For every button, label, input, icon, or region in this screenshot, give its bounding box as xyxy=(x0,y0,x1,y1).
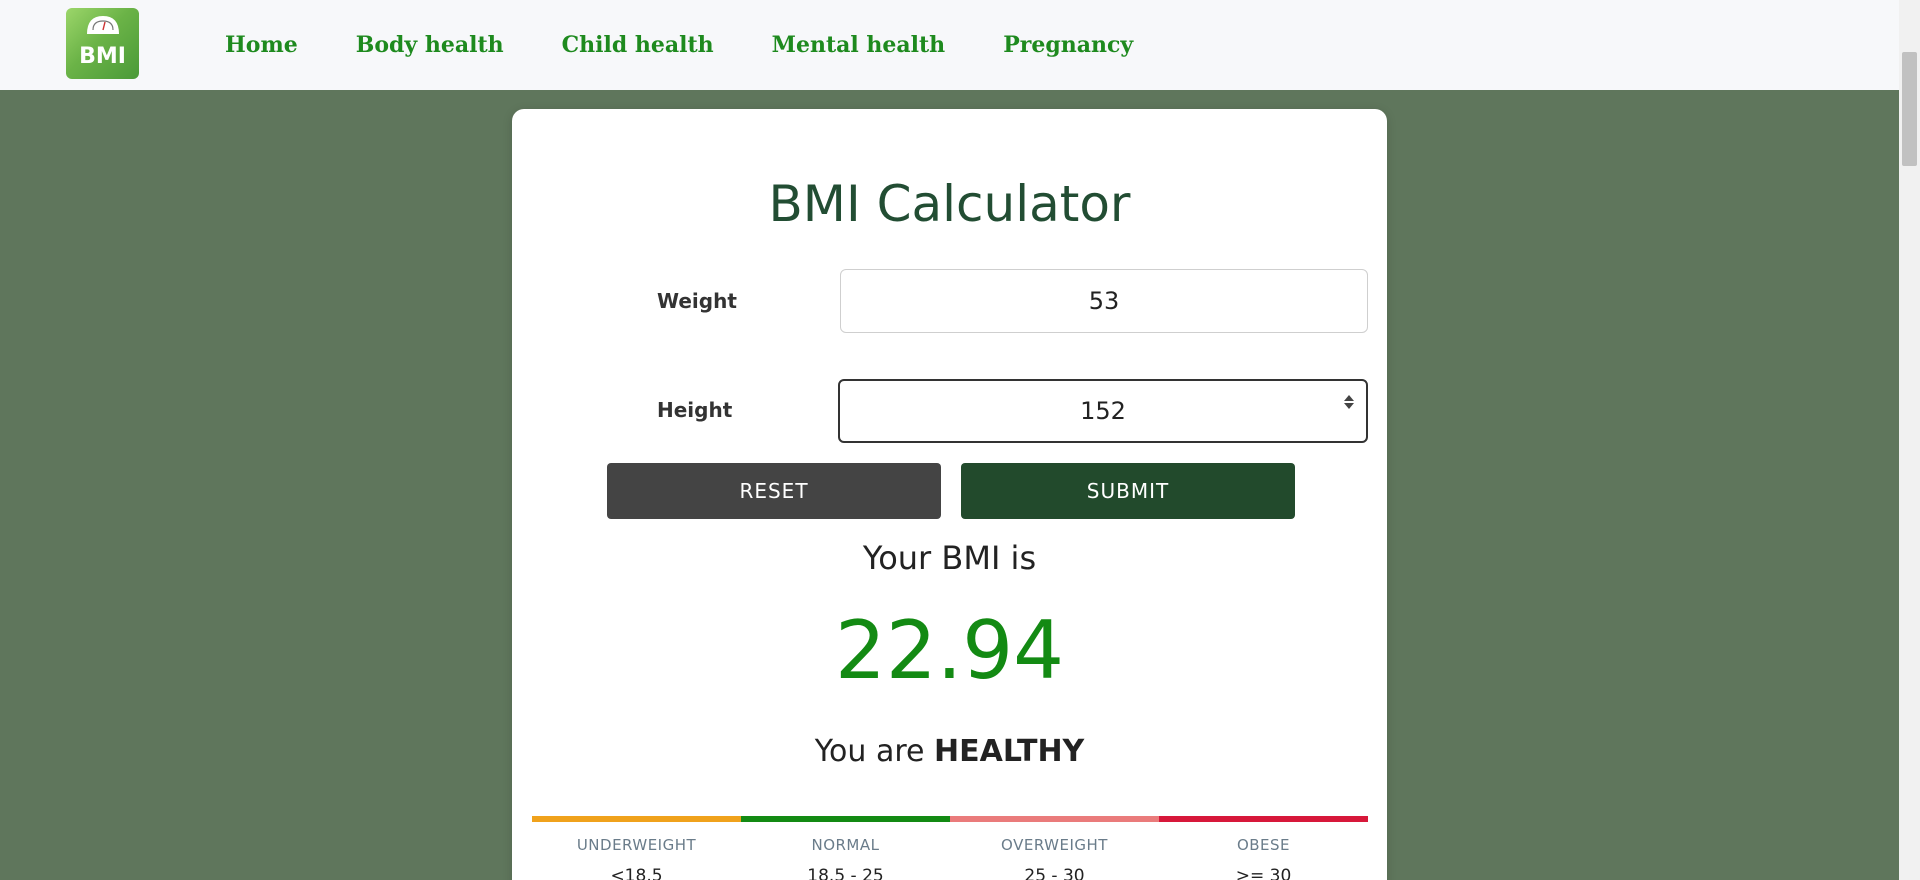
weight-input[interactable] xyxy=(840,269,1368,333)
scale-icon xyxy=(86,16,119,34)
category-overweight: OVERWEIGHT 25 - 30 xyxy=(950,816,1159,880)
calculator-title: BMI Calculator xyxy=(768,175,1131,233)
category-label: NORMAL xyxy=(811,836,880,854)
chevron-down-icon[interactable] xyxy=(1344,403,1354,409)
logo-text: BMI xyxy=(79,44,126,69)
category-color-bar xyxy=(1159,816,1368,822)
height-field-wrapper xyxy=(838,379,1368,443)
height-input[interactable] xyxy=(838,379,1368,443)
nav-link-home[interactable]: Home xyxy=(225,32,298,58)
category-range: 25 - 30 xyxy=(1024,866,1085,880)
category-color-bar xyxy=(950,816,1159,822)
bmi-result-value: 22.94 xyxy=(834,604,1065,697)
height-label: Height xyxy=(657,398,733,422)
bmi-logo[interactable]: BMI xyxy=(66,8,139,79)
bmi-calculator-card: BMI Calculator Weight Height RESET SUBMI… xyxy=(512,109,1387,880)
weight-label: Weight xyxy=(657,289,737,313)
category-color-bar xyxy=(741,816,950,822)
status-prefix: You are xyxy=(814,734,925,769)
category-normal: NORMAL 18.5 - 25 xyxy=(741,816,950,880)
nav-link-pregnancy[interactable]: Pregnancy xyxy=(1003,32,1133,58)
category-range: 18.5 - 25 xyxy=(807,866,884,880)
chevron-up-icon[interactable] xyxy=(1344,395,1354,401)
category-underweight: UNDERWEIGHT <18.5 xyxy=(532,816,741,880)
height-stepper[interactable] xyxy=(1344,395,1354,409)
category-obese: OBESE >= 30 xyxy=(1159,816,1368,880)
top-navbar: BMI Home Body health Child health Mental… xyxy=(0,0,1899,90)
category-range: >= 30 xyxy=(1235,866,1292,880)
category-range: <18.5 xyxy=(610,866,663,880)
main-nav: Home Body health Child health Mental hea… xyxy=(225,0,1191,90)
category-color-bar xyxy=(532,816,741,822)
health-status: You are HEALTHY xyxy=(512,734,1387,769)
nav-link-body-health[interactable]: Body health xyxy=(356,32,504,58)
category-label: OVERWEIGHT xyxy=(1001,836,1108,854)
nav-link-child-health[interactable]: Child health xyxy=(562,32,714,58)
submit-button[interactable]: SUBMIT xyxy=(961,463,1295,519)
category-label: UNDERWEIGHT xyxy=(576,836,697,854)
reset-button[interactable]: RESET xyxy=(607,463,941,519)
result-label: Your BMI is xyxy=(862,539,1037,577)
category-label: OBESE xyxy=(1236,836,1291,854)
page-scrollbar-thumb[interactable] xyxy=(1902,52,1917,166)
nav-link-mental-health[interactable]: Mental health xyxy=(772,32,946,58)
status-value: HEALTHY xyxy=(934,734,1085,769)
bmi-category-scale: UNDERWEIGHT <18.5 NORMAL 18.5 - 25 OVERW… xyxy=(532,816,1368,880)
